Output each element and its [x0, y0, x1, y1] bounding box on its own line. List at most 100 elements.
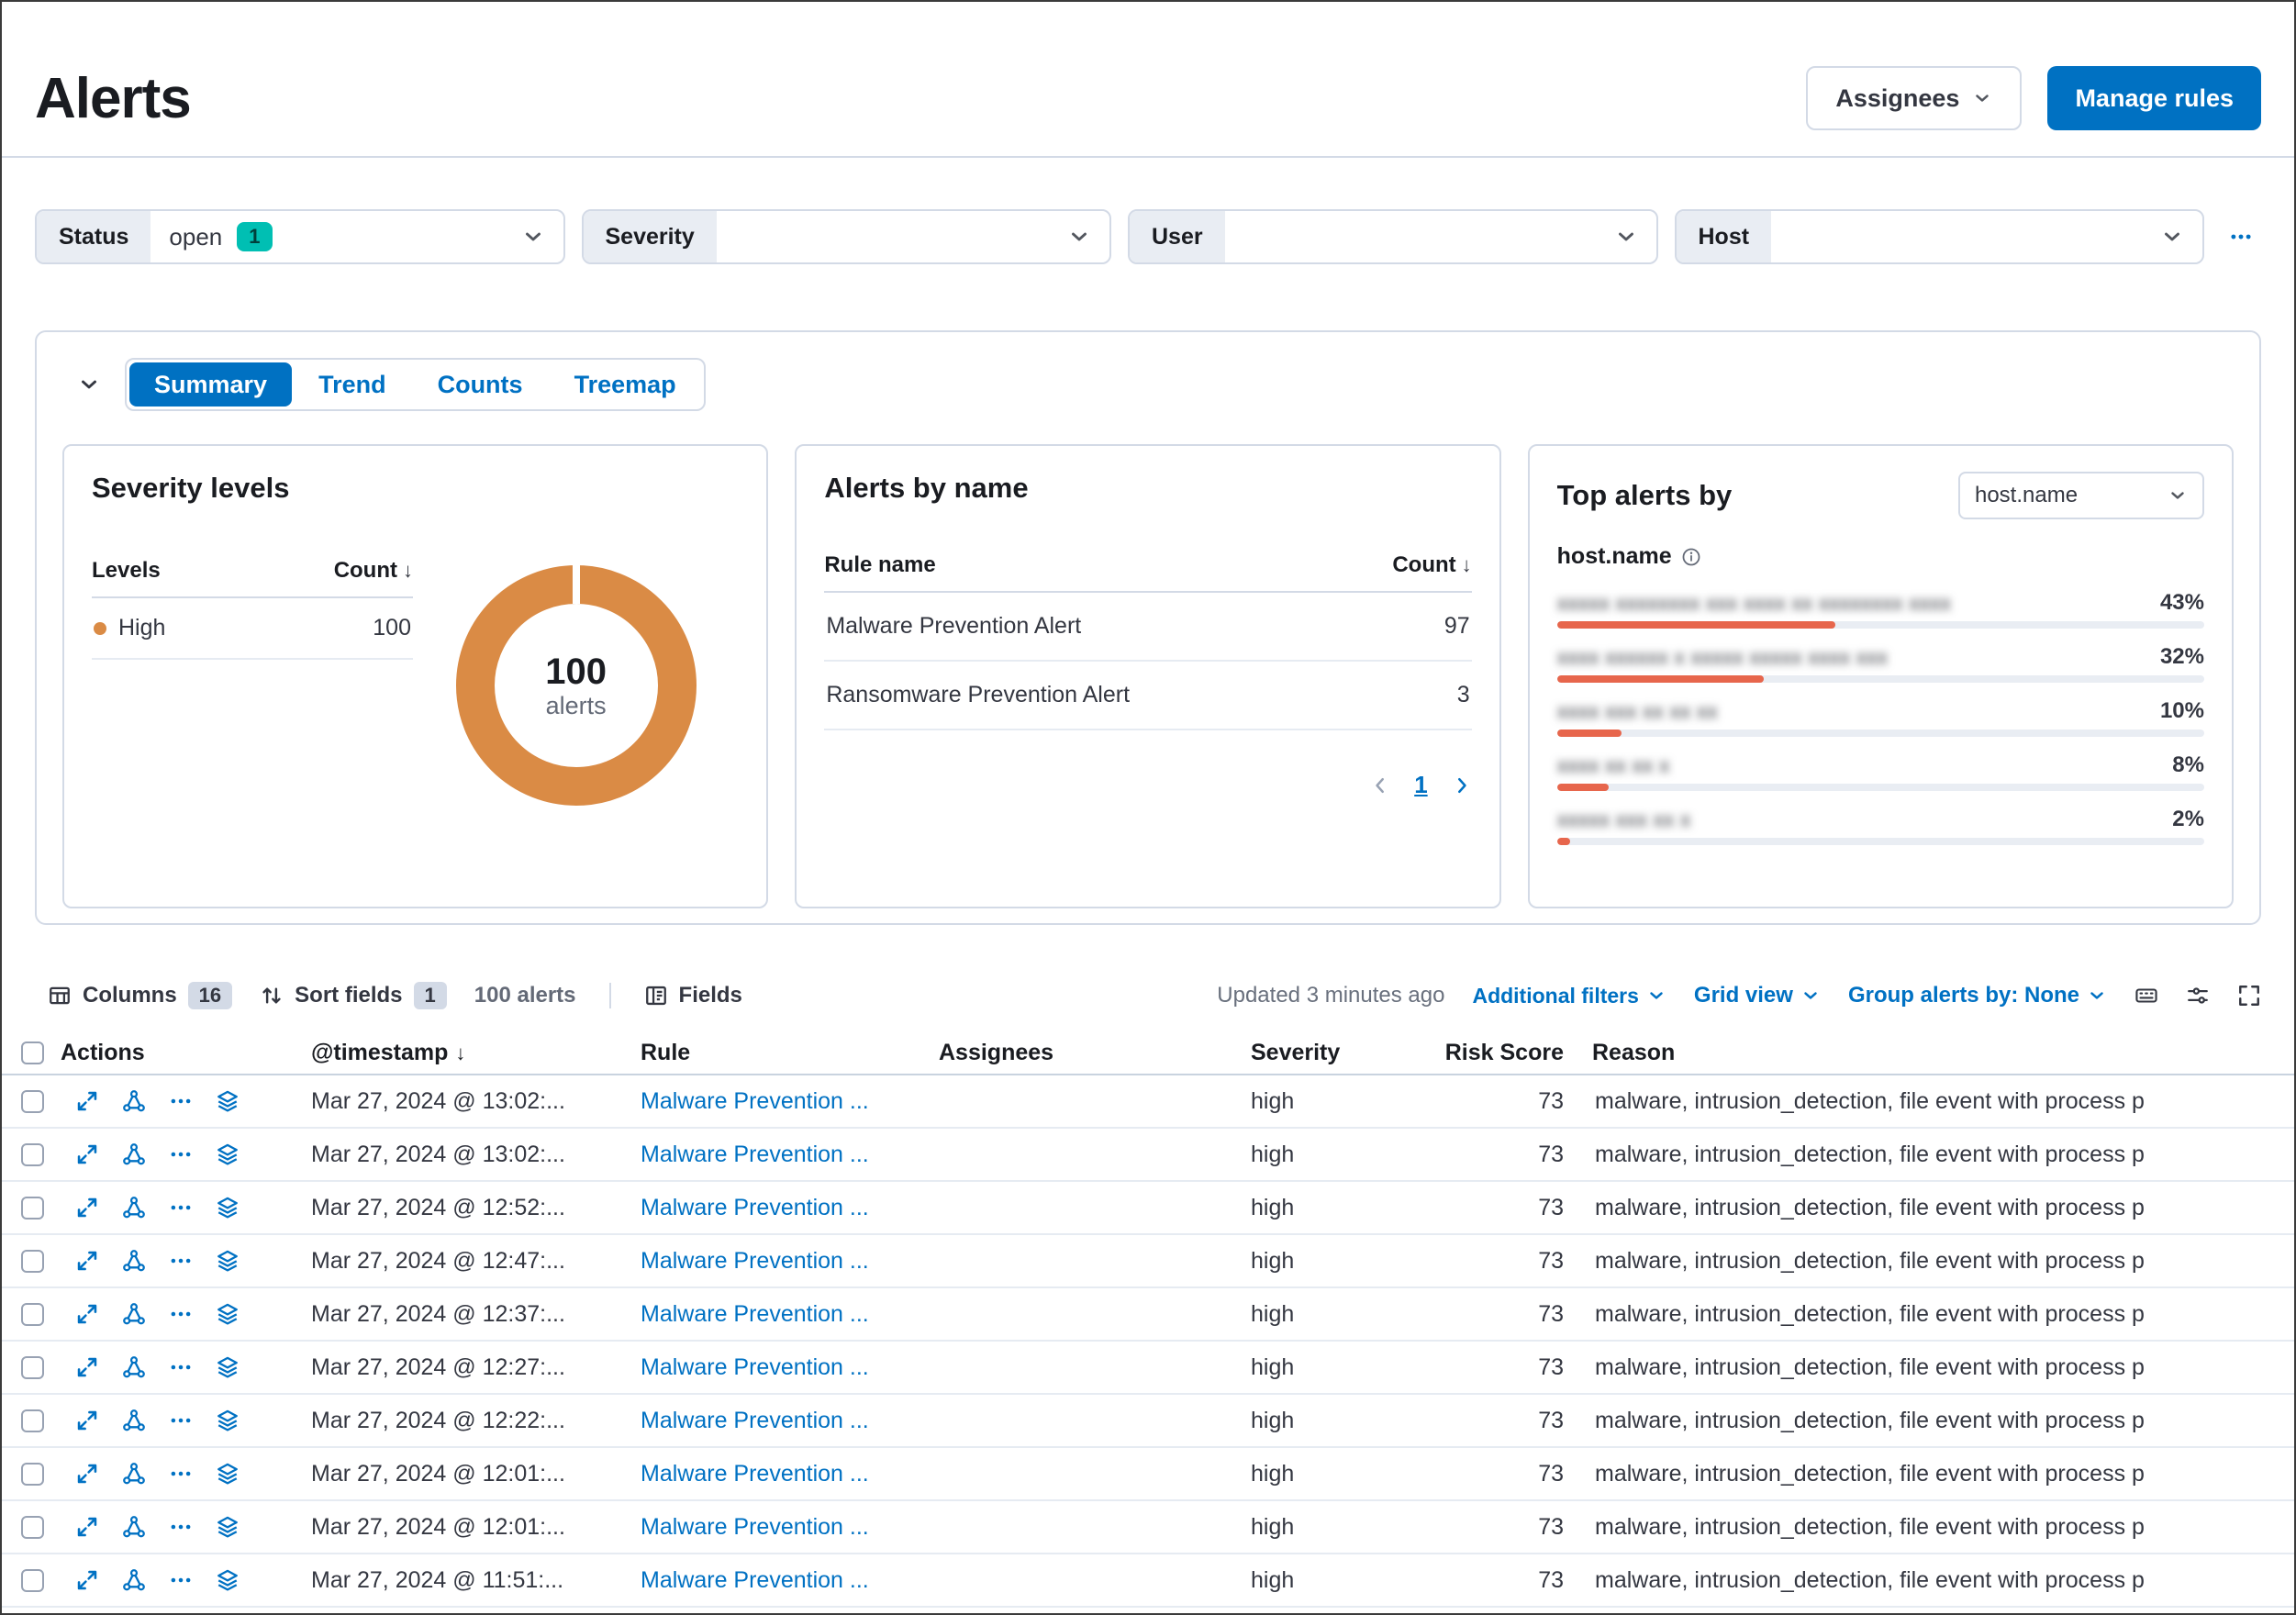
collapse-charts-icon[interactable]	[77, 373, 101, 396]
rule-link[interactable]: Malware Prevention ...	[626, 1248, 924, 1275]
session-view-icon[interactable]	[216, 1302, 240, 1326]
analyze-event-icon[interactable]	[122, 1515, 146, 1539]
session-view-icon[interactable]	[216, 1409, 240, 1432]
session-view-icon[interactable]	[216, 1515, 240, 1539]
reason-header[interactable]: Reason	[1580, 1040, 2294, 1066]
expand-alert-icon[interactable]	[75, 1302, 99, 1326]
count-column-header[interactable]: Count ↓	[1392, 552, 1471, 578]
tab-summary[interactable]: Summary	[129, 362, 293, 407]
group-alerts-by-button[interactable]: Group alerts by: None	[1848, 983, 2107, 1008]
tab-counts[interactable]: Counts	[413, 362, 548, 407]
fields-button[interactable]: Fields	[644, 983, 742, 1008]
rule-header[interactable]: Rule	[626, 1040, 924, 1066]
fullscreen-icon[interactable]	[2237, 984, 2261, 1008]
analyze-event-icon[interactable]	[122, 1302, 146, 1326]
status-filter[interactable]: Status open 1	[35, 209, 565, 264]
top-alerts-field-select[interactable]: host.name	[1957, 472, 2204, 519]
grid-settings-icon[interactable]	[2186, 984, 2210, 1008]
rule-link[interactable]: Malware Prevention ...	[626, 1567, 924, 1594]
expand-alert-icon[interactable]	[75, 1355, 99, 1379]
row-checkbox[interactable]	[21, 1250, 44, 1274]
expand-alert-icon[interactable]	[75, 1462, 99, 1486]
more-actions-icon[interactable]	[169, 1568, 193, 1592]
page-number[interactable]: 1	[1414, 771, 1427, 799]
severity-header[interactable]: Severity	[1236, 1040, 1420, 1066]
row-checkbox[interactable]	[21, 1090, 44, 1114]
select-all-checkbox[interactable]	[21, 1041, 44, 1065]
previous-page-icon[interactable]	[1370, 775, 1390, 796]
row-checkbox[interactable]	[21, 1197, 44, 1220]
reason-cell[interactable]: malware, intrusion_detection, file event…	[1580, 1514, 2294, 1541]
grid-view-button[interactable]: Grid view	[1694, 983, 1821, 1008]
sort-fields-button[interactable]: Sort fields 1	[260, 982, 447, 1009]
session-view-icon[interactable]	[216, 1249, 240, 1273]
more-actions-icon[interactable]	[169, 1196, 193, 1220]
more-actions-icon[interactable]	[169, 1355, 193, 1379]
row-checkbox[interactable]	[21, 1569, 44, 1593]
assignees-header[interactable]: Assignees	[924, 1040, 1236, 1066]
user-filter[interactable]: User	[1128, 209, 1658, 264]
tab-trend[interactable]: Trend	[294, 362, 411, 407]
analyze-event-icon[interactable]	[122, 1462, 146, 1486]
reason-cell[interactable]: malware, intrusion_detection, file event…	[1580, 1354, 2294, 1381]
analyze-event-icon[interactable]	[122, 1142, 146, 1166]
row-checkbox[interactable]	[21, 1516, 44, 1540]
more-actions-icon[interactable]	[169, 1089, 193, 1113]
expand-alert-icon[interactable]	[75, 1568, 99, 1592]
reason-cell[interactable]: malware, intrusion_detection, file event…	[1580, 1195, 2294, 1221]
info-icon[interactable]	[1681, 547, 1701, 567]
keyboard-shortcuts-icon[interactable]	[2134, 984, 2158, 1008]
session-view-icon[interactable]	[216, 1089, 240, 1113]
assignees-button[interactable]: Assignees	[1806, 66, 2023, 130]
manage-rules-button[interactable]: Manage rules	[2047, 66, 2261, 130]
session-view-icon[interactable]	[216, 1196, 240, 1220]
rule-link[interactable]: Malware Prevention ...	[626, 1461, 924, 1487]
more-filters-icon[interactable]	[2221, 217, 2261, 257]
row-checkbox[interactable]	[21, 1409, 44, 1433]
host-filter[interactable]: Host	[1674, 209, 2204, 264]
next-page-icon[interactable]	[1452, 775, 1472, 796]
session-view-icon[interactable]	[216, 1355, 240, 1379]
timestamp-header[interactable]: @timestamp ↓	[296, 1040, 626, 1066]
row-checkbox[interactable]	[21, 1303, 44, 1327]
expand-alert-icon[interactable]	[75, 1196, 99, 1220]
severity-filter[interactable]: Severity	[581, 209, 1111, 264]
expand-alert-icon[interactable]	[75, 1409, 99, 1432]
analyze-event-icon[interactable]	[122, 1568, 146, 1592]
expand-alert-icon[interactable]	[75, 1515, 99, 1539]
row-checkbox[interactable]	[21, 1143, 44, 1167]
reason-cell[interactable]: malware, intrusion_detection, file event…	[1580, 1408, 2294, 1434]
expand-alert-icon[interactable]	[75, 1142, 99, 1166]
analyze-event-icon[interactable]	[122, 1355, 146, 1379]
tab-treemap[interactable]: Treemap	[550, 362, 701, 407]
additional-filters-button[interactable]: Additional filters	[1472, 984, 1666, 1008]
rule-link[interactable]: Malware Prevention ...	[626, 1354, 924, 1381]
row-checkbox[interactable]	[21, 1463, 44, 1487]
analyze-event-icon[interactable]	[122, 1089, 146, 1113]
session-view-icon[interactable]	[216, 1142, 240, 1166]
session-view-icon[interactable]	[216, 1568, 240, 1592]
rule-link[interactable]: Malware Prevention ...	[626, 1514, 924, 1541]
analyze-event-icon[interactable]	[122, 1196, 146, 1220]
expand-alert-icon[interactable]	[75, 1089, 99, 1113]
reason-cell[interactable]: malware, intrusion_detection, file event…	[1580, 1461, 2294, 1487]
more-actions-icon[interactable]	[169, 1142, 193, 1166]
more-actions-icon[interactable]	[169, 1515, 193, 1539]
analyze-event-icon[interactable]	[122, 1249, 146, 1273]
rule-link[interactable]: Malware Prevention ...	[626, 1195, 924, 1221]
reason-cell[interactable]: malware, intrusion_detection, file event…	[1580, 1567, 2294, 1594]
rule-link[interactable]: Malware Prevention ...	[626, 1088, 924, 1115]
more-actions-icon[interactable]	[169, 1249, 193, 1273]
analyze-event-icon[interactable]	[122, 1409, 146, 1432]
count-column-header[interactable]: Count ↓	[334, 558, 413, 584]
risk-score-header[interactable]: Risk Score	[1420, 1040, 1580, 1066]
rule-link[interactable]: Malware Prevention ...	[626, 1301, 924, 1328]
reason-cell[interactable]: malware, intrusion_detection, file event…	[1580, 1248, 2294, 1275]
columns-button[interactable]: Columns 16	[48, 982, 233, 1009]
more-actions-icon[interactable]	[169, 1409, 193, 1432]
row-checkbox[interactable]	[21, 1356, 44, 1380]
more-actions-icon[interactable]	[169, 1302, 193, 1326]
expand-alert-icon[interactable]	[75, 1249, 99, 1273]
rule-link[interactable]: Malware Prevention ...	[626, 1408, 924, 1434]
session-view-icon[interactable]	[216, 1462, 240, 1486]
